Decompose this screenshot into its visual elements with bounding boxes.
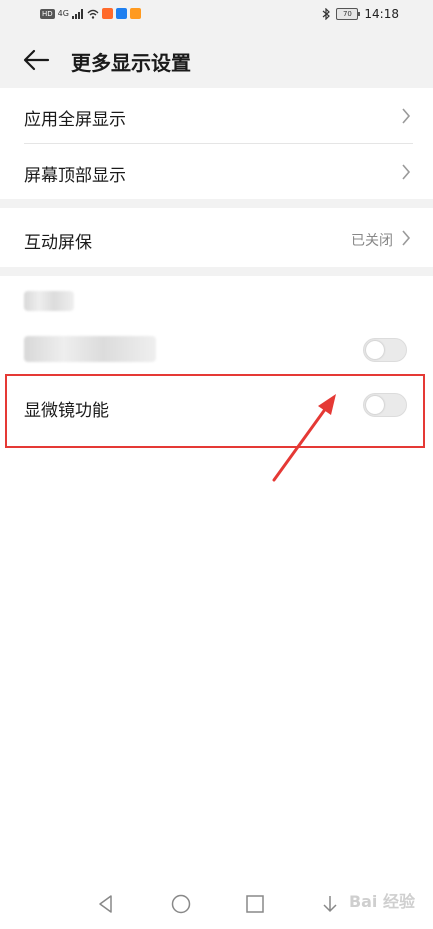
bluetooth-icon [323, 8, 331, 20]
status-time: 14:18 [364, 7, 399, 21]
status-right-icons: 70 14:18 [322, 7, 399, 21]
blurred-item-toggle[interactable] [363, 338, 407, 362]
settings-item-label: 应用全屏显示 [24, 110, 126, 130]
blurred-section-header [24, 291, 74, 311]
settings-item-label: 互动屏保 [24, 233, 92, 253]
status-left-icons: HD 4G [40, 8, 141, 19]
nav-home-icon[interactable] [169, 892, 193, 916]
wifi-icon [87, 9, 99, 19]
chevron-right-icon [402, 164, 411, 180]
hd-badge: HD [40, 8, 55, 19]
settings-item-interactive-screensaver[interactable]: 互动屏保 已关闭 [0, 208, 433, 267]
back-arrow-icon[interactable] [22, 48, 50, 72]
battery-icon: 70 [336, 8, 361, 20]
app-notification-icon-blue [115, 8, 127, 19]
chevron-right-icon [402, 108, 411, 124]
watermark: Bai 经验 [348, 892, 415, 911]
nav-back-icon[interactable] [94, 892, 118, 916]
blurred-item-label [24, 336, 156, 362]
highlight-box [5, 374, 425, 448]
signal-icon [71, 8, 83, 19]
nav-dropdown-icon[interactable] [318, 892, 342, 916]
section-gap [0, 199, 433, 208]
toggle-knob [366, 341, 384, 359]
section-gap [0, 267, 433, 276]
network-type: 4G [57, 9, 69, 18]
settings-item-value: 已关闭 [351, 233, 393, 249]
app-header: 更多显示设置 [0, 32, 433, 88]
status-bar: HD 4G 70 14:18 [0, 0, 433, 32]
settings-item-blurred-toggle[interactable] [0, 322, 433, 374]
settings-item-app-fullscreen[interactable]: 应用全屏显示 [0, 88, 433, 143]
chevron-right-icon [402, 230, 411, 246]
annotation-arrow-icon [272, 394, 336, 482]
nav-recents-icon[interactable] [243, 892, 267, 916]
settings-item-screen-top-display[interactable]: 屏幕顶部显示 [0, 144, 433, 199]
page-title: 更多显示设置 [71, 51, 191, 75]
app-notification-icon-orange [101, 8, 113, 19]
app-notification-icon-yellow [129, 8, 141, 19]
settings-item-label: 屏幕顶部显示 [24, 166, 126, 186]
